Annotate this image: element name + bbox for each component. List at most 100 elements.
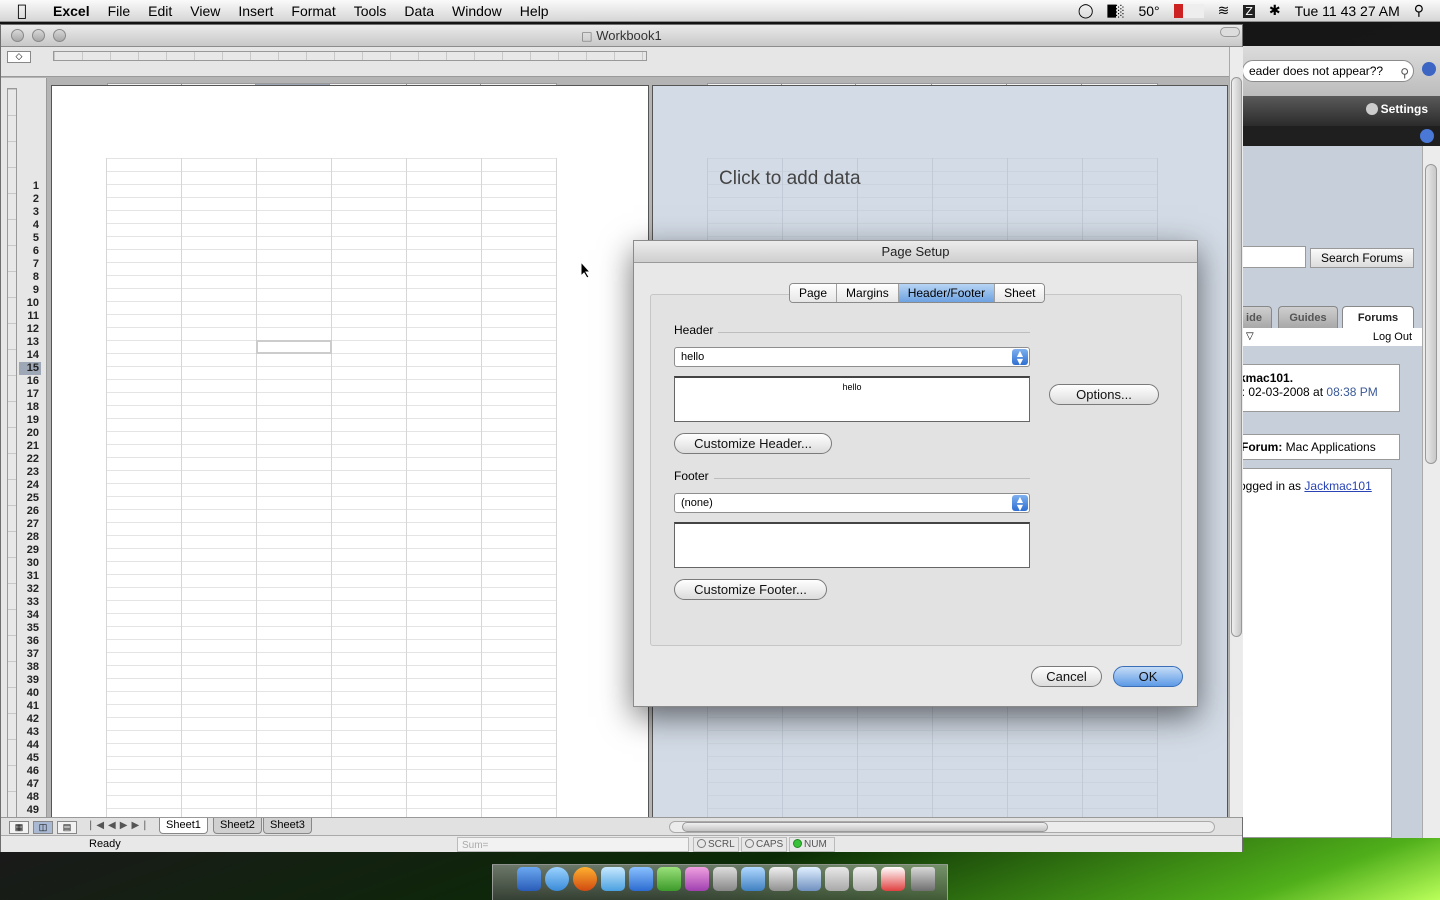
sheet-tab-2[interactable]: Sheet2: [213, 818, 262, 834]
sheet-tab-1[interactable]: Sheet1: [159, 818, 208, 834]
horizontal-scrollbar[interactable]: [669, 821, 1215, 833]
dock-folder-icon[interactable]: [825, 867, 849, 891]
row-header[interactable]: 22: [19, 453, 41, 466]
horizontal-ruler[interactable]: [53, 51, 647, 61]
row-header[interactable]: 27: [19, 518, 41, 531]
vertical-ruler[interactable]: [7, 88, 17, 818]
footer-select[interactable]: (none) ▲ ▼: [674, 493, 1030, 513]
row-header[interactable]: 10: [19, 297, 41, 310]
apple-menu-icon[interactable]: : [0, 1, 44, 20]
logged-in-user-link[interactable]: Jackmac101: [1304, 479, 1371, 493]
horizontal-scroll-thumb[interactable]: [682, 822, 1048, 832]
search-forums-button[interactable]: Search Forums: [1310, 248, 1414, 268]
menu-insert[interactable]: Insert: [229, 0, 282, 22]
row-header[interactable]: 5: [19, 232, 41, 245]
menu-view[interactable]: View: [181, 0, 229, 22]
dock-document-icon[interactable]: [853, 867, 877, 891]
tab-page[interactable]: Page: [790, 284, 838, 302]
tab-sheet[interactable]: Sheet: [995, 284, 1045, 302]
logout-link[interactable]: Log Out: [1373, 328, 1412, 346]
timer-icon[interactable]: ◯: [1078, 3, 1094, 19]
page-break-view-icon[interactable]: ▤: [57, 821, 77, 834]
menu-data[interactable]: Data: [395, 0, 443, 22]
row-header[interactable]: 46: [19, 765, 41, 778]
row-header[interactable]: 37: [19, 648, 41, 661]
browser-scrollbar[interactable]: [1422, 146, 1440, 838]
menu-format[interactable]: Format: [282, 0, 344, 22]
row-header[interactable]: 11: [19, 310, 41, 323]
row-header[interactable]: 23: [19, 466, 41, 479]
row-header[interactable]: 25: [19, 492, 41, 505]
row-header[interactable]: 43: [19, 726, 41, 739]
row-header[interactable]: 24: [19, 479, 41, 492]
row-header[interactable]: 42: [19, 713, 41, 726]
menu-window[interactable]: Window: [443, 0, 511, 22]
row-header[interactable]: 13: [19, 336, 41, 349]
row-header[interactable]: 7: [19, 258, 41, 271]
dock-safari-icon[interactable]: [545, 867, 569, 891]
row-header[interactable]: 17: [19, 388, 41, 401]
row-header[interactable]: 26: [19, 505, 41, 518]
row-header[interactable]: 33: [19, 596, 41, 609]
sheet-tab-3[interactable]: Sheet3: [263, 818, 312, 834]
row-header[interactable]: 19: [19, 414, 41, 427]
dock-trash-icon[interactable]: [911, 867, 935, 891]
dock-app-icon[interactable]: [601, 867, 625, 891]
row-header[interactable]: 38: [19, 661, 41, 674]
cancel-button[interactable]: Cancel: [1031, 666, 1102, 687]
row-header[interactable]: 45: [19, 752, 41, 765]
bluetooth-icon[interactable]: ✱: [1269, 3, 1281, 19]
row-header[interactable]: 1: [19, 180, 41, 193]
dock-download-icon[interactable]: [797, 867, 821, 891]
row-header[interactable]: 14: [19, 349, 41, 362]
dock-firefox-icon[interactable]: [573, 867, 597, 891]
active-cell[interactable]: [256, 340, 332, 354]
page-layout-view-icon[interactable]: ◫: [33, 821, 53, 834]
dock-excel-icon[interactable]: [657, 867, 681, 891]
row-header[interactable]: 15: [19, 362, 41, 375]
row-header[interactable]: 28: [19, 531, 41, 544]
cpu-graph-icon[interactable]: [1173, 4, 1204, 18]
dock-app-icon[interactable]: [685, 867, 709, 891]
row-header[interactable]: 18: [19, 401, 41, 414]
browser-search-field[interactable]: eader does not appear?? ⚲: [1242, 60, 1414, 82]
menu-app-excel[interactable]: Excel: [44, 0, 99, 22]
weather-temperature[interactable]: 50°: [1138, 3, 1159, 19]
tab-margins[interactable]: Margins: [837, 284, 899, 302]
customize-footer-button[interactable]: Customize Footer...: [674, 579, 827, 600]
row-header[interactable]: 29: [19, 544, 41, 557]
row-header[interactable]: 30: [19, 557, 41, 570]
input-menu-icon[interactable]: Z: [1243, 4, 1255, 18]
row-header[interactable]: 8: [19, 271, 41, 284]
row-header[interactable]: 40: [19, 687, 41, 700]
header-select[interactable]: hello ▲ ▼: [674, 347, 1030, 367]
excel-title-bar[interactable]: □ Workbook1: [1, 25, 1242, 47]
normal-view-icon[interactable]: ▦: [9, 821, 29, 834]
browser-gear-icon[interactable]: [1422, 62, 1436, 76]
menu-help[interactable]: Help: [511, 0, 558, 22]
row-header[interactable]: 4: [19, 219, 41, 232]
options-button[interactable]: Options...: [1049, 384, 1159, 405]
minimize-button[interactable]: [32, 29, 45, 42]
dock-acrobat-icon[interactable]: [881, 867, 905, 891]
row-header[interactable]: 39: [19, 674, 41, 687]
menu-edit[interactable]: Edit: [139, 0, 181, 22]
row-header[interactable]: 16: [19, 375, 41, 388]
browser-globe-icon[interactable]: [1420, 129, 1434, 143]
row-header[interactable]: 34: [19, 609, 41, 622]
dock-app-icon[interactable]: [713, 867, 737, 891]
sheet-grid[interactable]: [106, 158, 557, 820]
vertical-scrollbar[interactable]: [1229, 47, 1243, 817]
forum-tab-forums[interactable]: Forums: [1342, 306, 1414, 328]
caret-down-icon[interactable]: ▽: [1246, 328, 1254, 346]
row-header[interactable]: 41: [19, 700, 41, 713]
sheet-navigation-arrows-icon[interactable]: |◀◀▶▶|: [89, 820, 151, 831]
status-sum[interactable]: Sum=: [457, 837, 689, 852]
activity-icon[interactable]: █░: [1108, 5, 1125, 18]
customize-header-button[interactable]: Customize Header...: [674, 433, 832, 454]
row-header[interactable]: 35: [19, 622, 41, 635]
spotlight-search-icon[interactable]: ⚲: [1414, 3, 1424, 19]
row-header[interactable]: 21: [19, 440, 41, 453]
menu-clock[interactable]: Tue 11 43 27 AM: [1295, 3, 1400, 19]
row-header[interactable]: 36: [19, 635, 41, 648]
